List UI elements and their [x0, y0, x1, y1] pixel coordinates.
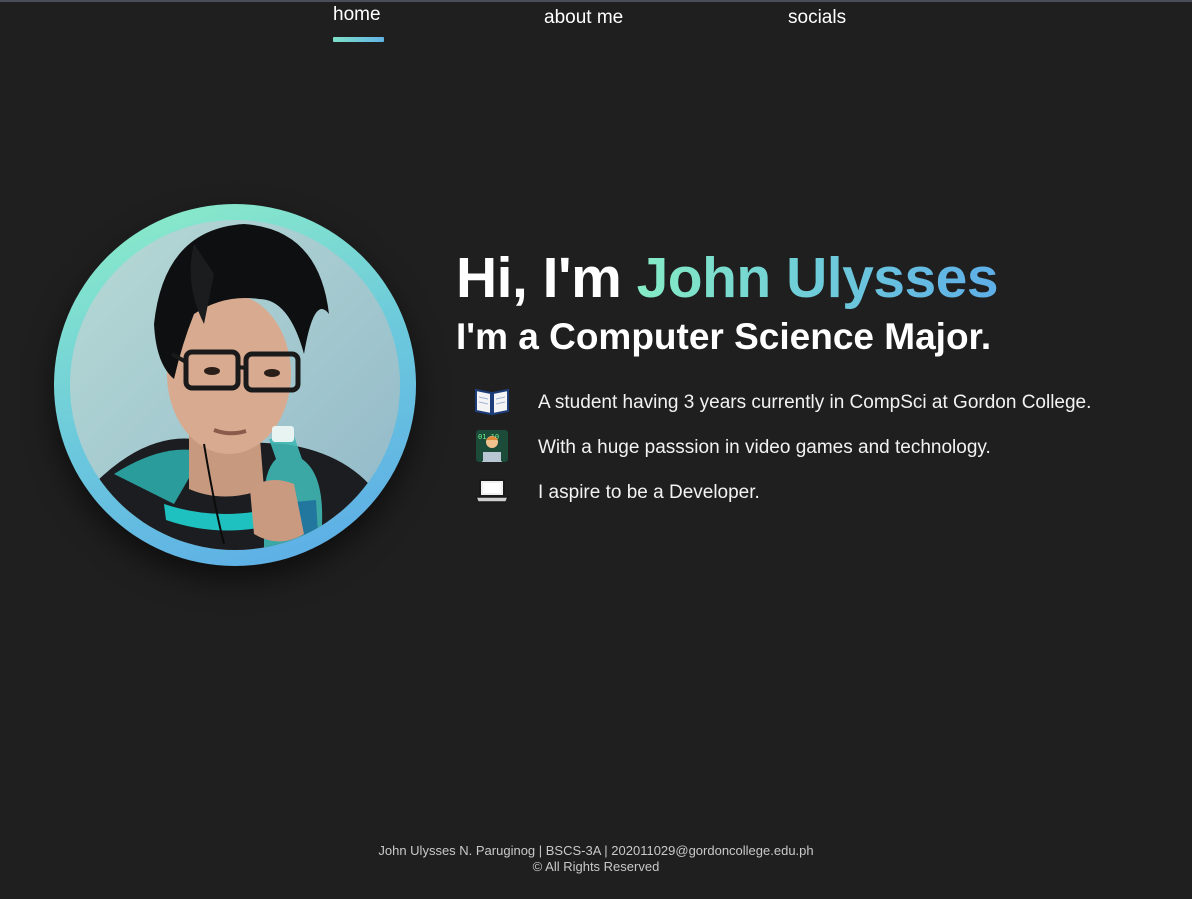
- laptop-icon: [474, 479, 510, 503]
- nav-active-indicator: [333, 37, 384, 42]
- fact-item-study: A student having 3 years currently in Co…: [474, 385, 1134, 419]
- fact-text: A student having 3 years currently in Co…: [538, 392, 1092, 413]
- nav-home-link[interactable]: home: [333, 4, 381, 26]
- greeting-prefix: Hi, I'm: [456, 246, 637, 310]
- profile-photo: [70, 220, 400, 550]
- footer-copyright: © All Rights Reserved: [532, 859, 660, 874]
- hero-greeting: Hi, I'm John Ulysses: [456, 245, 999, 311]
- profile-avatar: [54, 204, 416, 566]
- fact-text: With a huge passsion in video games and …: [538, 437, 991, 458]
- technologist-icon: 01 10: [476, 430, 508, 462]
- hero-subtitle: I'm a Computer Science Major.: [456, 316, 992, 357]
- hero-name: John Ulysses: [636, 246, 999, 310]
- nav-about-link[interactable]: about me: [544, 7, 623, 29]
- fact-item-passion: 01 10 With a huge passsion in video game…: [474, 430, 1134, 464]
- fact-item-aspiration: I aspire to be a Developer.: [474, 475, 1134, 509]
- open-book-icon: [475, 388, 509, 416]
- fact-text: I aspire to be a Developer.: [538, 482, 760, 503]
- page-footer: John Ulysses N. Paruginog | BSCS-3A | 20…: [0, 843, 1192, 875]
- top-navigation: home about me socials: [0, 0, 1192, 50]
- nav-socials-link[interactable]: socials: [788, 7, 846, 29]
- footer-contact: John Ulysses N. Paruginog | BSCS-3A | 20…: [378, 843, 814, 858]
